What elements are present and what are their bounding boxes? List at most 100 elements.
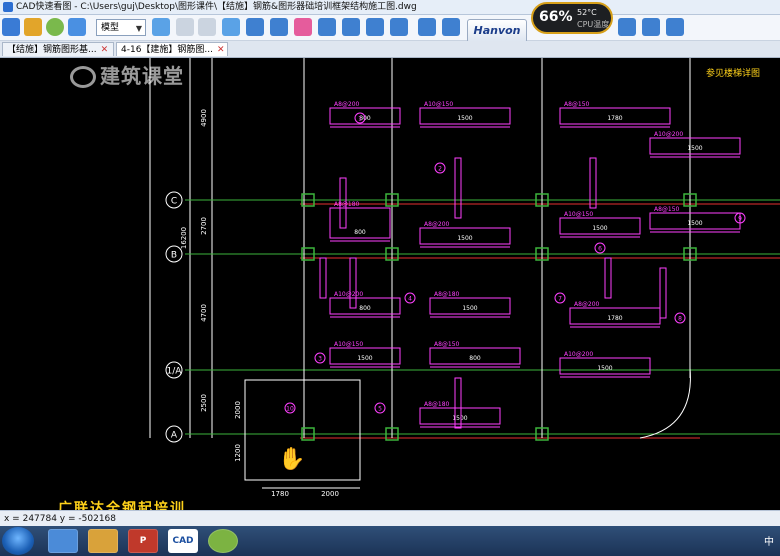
rebar-label: A10@200 (654, 131, 683, 138)
layers-icon[interactable] (68, 18, 86, 36)
rebar-number: 1500 (462, 305, 477, 312)
rebar-number: 1500 (457, 235, 472, 242)
hand-cursor-icon: ✋ (278, 446, 305, 472)
dimension-text: 4700 (200, 304, 208, 322)
axis-label: C (171, 197, 177, 207)
window-title: CAD快速看图 - C:\Users\guj\Desktop\图形课件\【结施】… (16, 2, 417, 12)
callout-number: 3 (318, 356, 322, 363)
hide-icon[interactable] (366, 18, 384, 36)
taskbar-explorer-button[interactable] (88, 529, 118, 553)
rebar-number: 800 (359, 305, 371, 312)
taskbar-cad-button[interactable]: CAD (168, 529, 198, 553)
rebar-label: A10@150 (564, 211, 593, 218)
export-icon[interactable] (618, 18, 636, 36)
rebar-label: A8@180 (334, 201, 360, 208)
redo-icon[interactable] (198, 18, 216, 36)
cpu-temperature-widget[interactable]: 66% 52°C CPU温度 (531, 2, 613, 34)
rebar-number: 800 (469, 355, 481, 362)
rebar-label: A8@180 (424, 401, 450, 408)
rebar-vertical (604, 257, 612, 299)
settings-icon[interactable] (152, 18, 170, 36)
callout-number: 1 (358, 116, 362, 123)
share-icon[interactable] (642, 18, 660, 36)
cad-drawing[interactable]: C B 1/A A A8@200 800 A10@150 1500 A8@150 1780 A10… (0, 58, 780, 510)
menu-icon[interactable] (2, 18, 20, 36)
document-tabs: 【结施】钢筋图形基... ✕ 4-16【建施】钢筋图... ✕ (0, 41, 780, 58)
zoom-icon[interactable] (342, 18, 360, 36)
rebar-label: A8@150 (654, 206, 680, 213)
tab-architecture[interactable]: 4-16【建施】钢筋图... ✕ (116, 42, 228, 56)
logo: 建筑课堂 (70, 60, 184, 89)
window-titlebar: CAD快速看图 - C:\Users\guj\Desktop\图形课件\【结施】… (0, 0, 780, 15)
callout-number: 10 (286, 406, 294, 413)
rebar-label: A8@200 (334, 101, 360, 108)
drawing-canvas[interactable]: C B 1/A A A8@200 800 A10@150 1500 A8@150 1780 A10… (0, 58, 780, 510)
rebar-number: 1500 (687, 220, 702, 227)
text-icon[interactable] (246, 18, 264, 36)
callout-number: 8 (678, 316, 682, 323)
logo-text: 建筑课堂 (100, 64, 184, 88)
annotate-icon[interactable] (318, 18, 336, 36)
taskbar-other-button[interactable] (208, 529, 238, 553)
rebar-vertical (349, 257, 357, 309)
tab-label: 【结施】钢筋图形基... (7, 45, 97, 55)
input-method-icon[interactable]: 中 (764, 537, 774, 548)
hanvon-button[interactable]: Hanvon (467, 19, 527, 43)
open-folder-icon[interactable] (24, 18, 42, 36)
app-icon (3, 2, 13, 12)
axis-label: A (171, 431, 178, 441)
taskbar: P CAD 中 (0, 526, 780, 556)
refresh-icon[interactable] (46, 18, 64, 36)
rebar-label: A8@180 (434, 291, 460, 298)
drawing-note: 参见楼梯详图 (706, 67, 760, 79)
coordinate-readout: x = 247784 y = -502168 (4, 514, 116, 524)
print-icon[interactable] (442, 18, 460, 36)
rebar-number: 1500 (357, 355, 372, 362)
rebar-vertical (454, 157, 462, 219)
chevron-down-icon: ▼ (135, 24, 142, 33)
taskbar-powerpoint-button[interactable]: P (128, 529, 158, 553)
rebar-label: A10@150 (334, 341, 363, 348)
start-button[interactable] (2, 527, 34, 555)
rebar-number: 1500 (687, 145, 702, 152)
rebar-label: A10@150 (424, 101, 453, 108)
logo-mark-icon (70, 66, 96, 88)
view-mode-select[interactable]: 模型 ▼ (96, 19, 146, 36)
rebar-vertical (319, 257, 327, 299)
rebar-label: A8@200 (574, 301, 600, 308)
rebar-number: 1500 (592, 225, 607, 232)
cpu-label: CPU温度 (577, 20, 610, 29)
measure-icon[interactable] (270, 18, 288, 36)
cpu-temperature: 52°C (577, 8, 597, 17)
close-icon[interactable]: ✕ (217, 45, 225, 55)
select-icon[interactable] (390, 18, 408, 36)
tab-structure[interactable]: 【结施】钢筋图形基... ✕ (2, 42, 114, 56)
view-mode-value: 模型 (101, 23, 120, 33)
callout-number: 5 (378, 406, 382, 413)
system-tray[interactable]: 中 (764, 533, 774, 548)
cpu-percent: 66% (539, 9, 573, 25)
rebar-label: A8@200 (424, 221, 450, 228)
axis-label: 1/A (167, 367, 183, 377)
dimension-text: 2000 (234, 401, 242, 419)
eraser-icon[interactable] (294, 18, 312, 36)
callout-number: 9 (738, 216, 742, 223)
statusbar: x = 247784 y = -502168 (0, 510, 780, 527)
rebar-number: 1780 (607, 115, 622, 122)
dimension-text: 2700 (200, 217, 208, 235)
rebar-number: 1500 (457, 115, 472, 122)
search-icon[interactable] (418, 18, 436, 36)
callout-number: 4 (408, 296, 412, 303)
undo-icon[interactable] (176, 18, 194, 36)
taskbar-ie-button[interactable] (48, 529, 78, 553)
rebar-label: A10@200 (334, 291, 363, 298)
close-icon[interactable]: ✕ (101, 45, 109, 55)
cut-icon[interactable] (222, 18, 240, 36)
callout-number: 6 (598, 246, 602, 253)
rebar-label: A10@200 (564, 351, 593, 358)
dimension-text: 1780 (271, 490, 289, 498)
help-icon[interactable] (666, 18, 684, 36)
callout-number: 7 (558, 296, 562, 303)
dimension-text: 1200 (234, 444, 242, 462)
callout-number: 2 (438, 166, 442, 173)
